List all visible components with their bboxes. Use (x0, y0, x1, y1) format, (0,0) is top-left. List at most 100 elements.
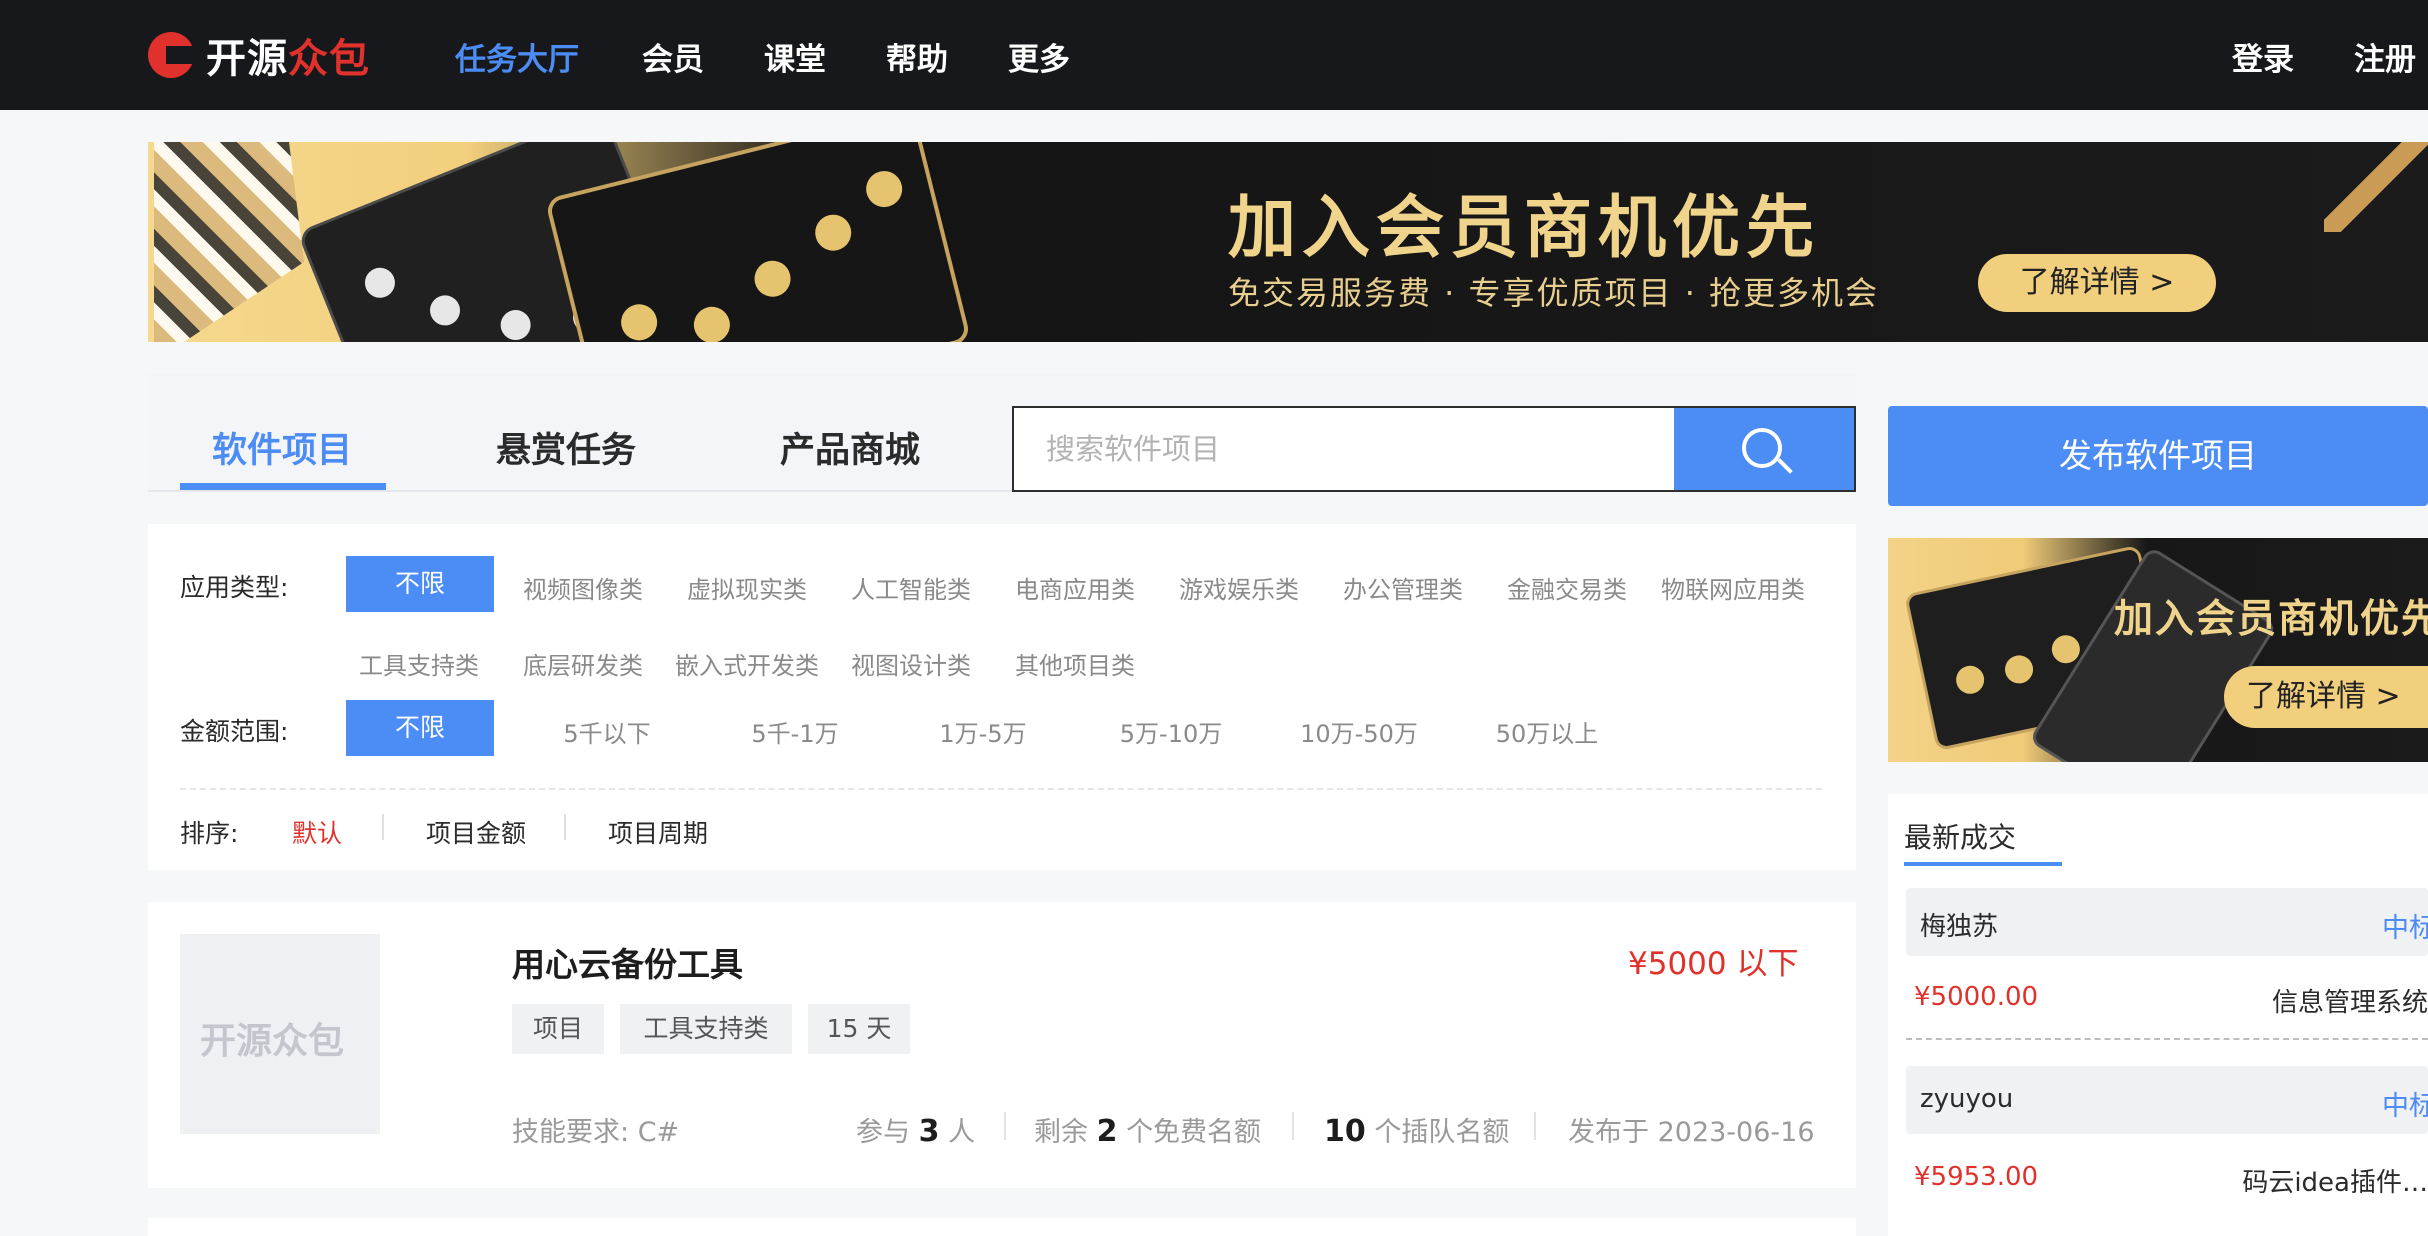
card-icon (1953, 663, 1987, 697)
search-icon (1742, 428, 1782, 468)
deal-amount: ¥5000.00 (1914, 982, 2039, 1012)
app-type-option[interactable]: 其他项目类 (1000, 646, 1150, 681)
banner-title: 加入会员商机优先 (1228, 189, 1821, 268)
deal-project-name[interactable]: 码云idea插件… (2242, 1162, 2428, 1199)
deal-header: 梅独苏 中标 (1906, 888, 2428, 956)
published-prefix: 发布于 (1568, 1117, 1649, 1148)
logo-text-main: 开源 (206, 36, 288, 82)
app-type-option-active[interactable]: 不限 (346, 556, 494, 612)
deal-winner-name[interactable]: zyuyou (1920, 1084, 2013, 1114)
amount-option[interactable]: 1万-5万 (908, 714, 1058, 749)
tab-bounty-tasks[interactable]: 悬赏任务 (496, 422, 636, 473)
sort-separator (564, 814, 566, 840)
search-button[interactable] (1674, 408, 1854, 490)
deal-status-badge: 中标 (2382, 1091, 2428, 1122)
active-tab-indicator (180, 483, 386, 490)
thumbnail-logo-text: 开源众包 (200, 1021, 345, 1062)
queue-slots-value: 10 (1324, 1114, 1366, 1149)
sidebar-banner-title: 加入会员商机优先 (2114, 597, 2428, 642)
nav-item-task-hall[interactable]: 任务大厅 (455, 34, 579, 79)
amount-option[interactable]: 10万-50万 (1284, 714, 1434, 749)
app-type-option[interactable]: 人工智能类 (836, 570, 986, 605)
app-type-option[interactable]: 游戏娱乐类 (1164, 570, 1314, 605)
app-type-label: 应用类型: (180, 573, 289, 602)
nav-item-help[interactable]: 帮助 (886, 34, 948, 79)
queue-slots: 10 个插队名额 (1324, 1110, 1509, 1149)
login-link[interactable]: 登录 (2232, 34, 2294, 79)
project-tag: 工具支持类 (620, 1004, 792, 1054)
app-type-option[interactable]: 虚拟现实类 (672, 570, 822, 605)
deal-project-name[interactable]: 信息管理系统 (2272, 982, 2428, 1019)
publish-project-button[interactable]: 发布软件项目 (1888, 406, 2428, 506)
card-icon (690, 302, 734, 342)
sidebar-membership-banner[interactable]: 加入会员商机优先 了解详情 > (1888, 538, 2428, 762)
search-input[interactable] (1014, 408, 1674, 490)
app-type-option[interactable]: 嵌入式开发类 (664, 646, 830, 681)
card-icon (862, 167, 906, 211)
amount-option[interactable]: 5千-1万 (720, 714, 870, 749)
app-type-option[interactable]: 物联网应用类 (1648, 570, 1818, 605)
sort-option-amount[interactable]: 项目金额 (426, 814, 526, 850)
amount-option-active[interactable]: 不限 (346, 700, 494, 756)
sidebar-banner-learn-more-button[interactable]: 了解详情 > (2224, 666, 2428, 728)
queue-slots-suffix: 个插队名额 (1374, 1117, 1510, 1148)
card-icon (617, 300, 661, 342)
project-thumbnail: 开源众包 (180, 934, 380, 1134)
app-type-option[interactable]: 底层研发类 (508, 646, 658, 681)
amount-option[interactable]: 5万-10万 (1096, 714, 1246, 749)
published-date-value: 2023-06-16 (1657, 1117, 1815, 1148)
project-price: ¥5000 以下 (1628, 946, 1799, 982)
tab-software-projects[interactable]: 软件项目 (212, 422, 352, 473)
meta-separator (1004, 1112, 1006, 1140)
sort-option-duration[interactable]: 项目周期 (608, 814, 708, 850)
gift-ribbon-decoration (2324, 142, 2428, 232)
deal-amount: ¥5953.00 (1914, 1162, 2039, 1192)
card-icon (496, 305, 536, 342)
amount-range-label: 金额范围: (180, 717, 289, 746)
card-icon (811, 210, 856, 255)
nav-item-more[interactable]: 更多 (1008, 34, 1070, 79)
deal-winner-name[interactable]: 梅独苏 (1920, 906, 1998, 943)
membership-banner[interactable]: 加入会员商机优先 免交易服务费 · 专享优质项目 · 抢更多机会 了解详情 > (148, 142, 2428, 342)
free-slots-prefix: 剩余 (1034, 1117, 1088, 1148)
project-title[interactable]: 用心云备份工具 (512, 938, 743, 986)
deal-divider (1906, 1038, 2428, 1040)
app-type-option[interactable]: 工具支持类 (344, 646, 494, 681)
search-icon-handle (1777, 458, 1793, 474)
gift-ribbon-decoration (154, 142, 304, 342)
free-slots-value: 2 (1096, 1114, 1118, 1149)
project-tabs-bar: 软件项目 悬赏任务 产品商城 (148, 374, 1856, 492)
participants-prefix: 参与 (856, 1117, 910, 1148)
amount-option[interactable]: 5千以下 (532, 714, 682, 749)
deal-header: zyuyou 中标 (1906, 1066, 2428, 1134)
card-icon (425, 290, 465, 330)
nav-item-classroom[interactable]: 课堂 (764, 34, 826, 79)
project-tag: 项目 (512, 1004, 604, 1054)
tab-product-store[interactable]: 产品商城 (780, 422, 920, 473)
skills-value: C# (637, 1117, 680, 1148)
top-nav: 开源众包 任务大厅 会员 课堂 帮助 更多 登录 注册 (0, 0, 2428, 110)
meta-separator (1534, 1112, 1536, 1140)
nav-item-membership[interactable]: 会员 (642, 34, 704, 79)
project-tag: 15 天 (808, 1004, 910, 1054)
app-type-option[interactable]: 办公管理类 (1328, 570, 1478, 605)
logo-text-accent: 众包 (288, 36, 370, 82)
participants-value: 3 (918, 1114, 940, 1149)
project-card[interactable]: 开源众包 用心云备份工具 ¥5000 以下 项目 工具支持类 15 天 技能要求… (148, 902, 1856, 1188)
search-box (1012, 406, 1856, 492)
sort-option-default[interactable]: 默认 (292, 814, 342, 850)
app-type-option[interactable]: 视图设计类 (836, 646, 986, 681)
logo-icon[interactable] (148, 32, 194, 78)
project-card[interactable] (148, 1218, 1856, 1236)
amount-option[interactable]: 50万以上 (1472, 714, 1622, 749)
latest-deals-panel: 最新成交 梅独苏 中标 ¥5000.00 信息管理系统 zyuyou 中标 ¥5… (1888, 794, 2428, 1236)
app-type-option[interactable]: 视频图像类 (508, 570, 658, 605)
latest-deals-title: 最新成交 (1904, 821, 2017, 854)
register-link[interactable]: 注册 (2354, 34, 2416, 79)
logo[interactable]: 开源众包 (206, 26, 370, 84)
filter-panel: 应用类型: 不限 视频图像类 虚拟现实类 人工智能类 电商应用类 游戏娱乐类 办… (148, 524, 1856, 870)
sort-separator (382, 814, 384, 840)
banner-learn-more-button[interactable]: 了解详情 > (1978, 254, 2216, 312)
app-type-option[interactable]: 电商应用类 (1000, 570, 1150, 605)
app-type-option[interactable]: 金融交易类 (1492, 570, 1642, 605)
